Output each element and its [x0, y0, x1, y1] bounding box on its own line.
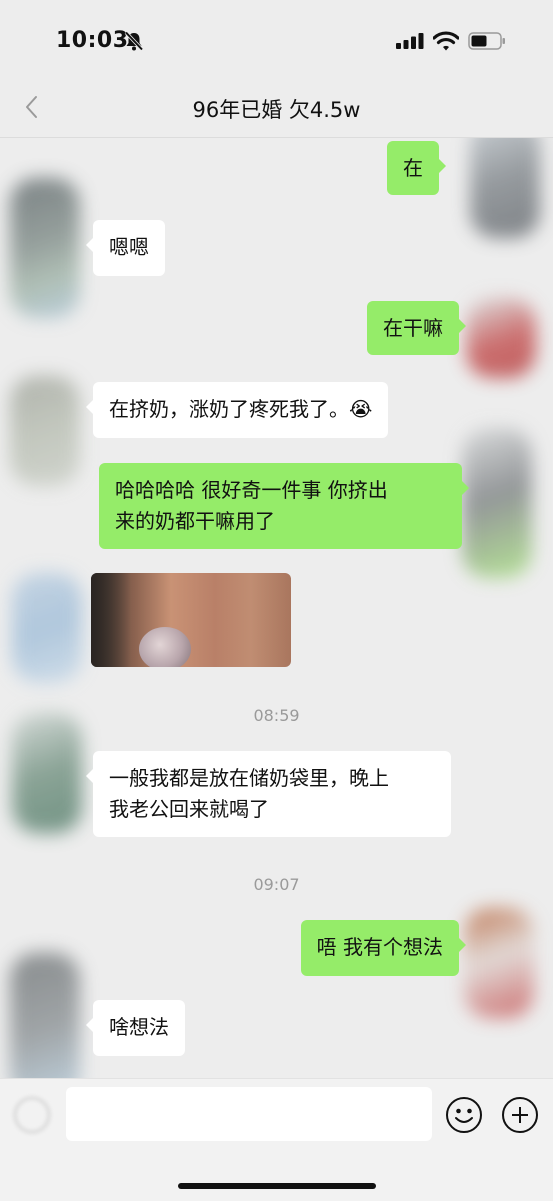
message-incoming[interactable]: 在挤奶，涨奶了疼死我了。😭 — [85, 382, 389, 438]
message-incoming[interactable]: 一般我都是放在储奶袋里，晚上 我老公回来就喝了 — [86, 751, 451, 837]
my-avatar[interactable] — [470, 138, 540, 238]
contact-avatar[interactable] — [10, 376, 80, 486]
message-incoming[interactable]: 啥想法 — [86, 1000, 185, 1056]
message-outgoing[interactable]: 在 — [387, 141, 446, 195]
chat-header: 96年已婚 欠4.5w — [0, 80, 553, 138]
bell-muted-icon — [124, 31, 144, 51]
image-shadow — [91, 573, 131, 667]
contact-avatar[interactable] — [10, 953, 80, 1078]
input-bar — [0, 1078, 553, 1201]
status-time: 10:03 — [56, 28, 129, 53]
chat-title: 96年已婚 欠4.5w — [192, 98, 361, 122]
my-avatar[interactable] — [462, 428, 532, 578]
message-image[interactable] — [91, 573, 291, 667]
message-timestamp: 09:07 — [253, 875, 300, 894]
emoji-icon[interactable] — [445, 1096, 483, 1134]
cellular-signal-icon — [396, 33, 424, 49]
my-avatar[interactable] — [464, 908, 534, 1018]
message-outgoing[interactable]: 在干嘛 — [367, 301, 466, 355]
contact-avatar[interactable] — [12, 573, 82, 683]
plus-icon[interactable] — [501, 1096, 539, 1134]
message-incoming[interactable]: 嗯嗯 — [86, 220, 165, 276]
message-timestamp: 08:59 — [253, 706, 300, 725]
message-input[interactable] — [66, 1087, 432, 1141]
wifi-icon — [433, 31, 459, 51]
my-avatar[interactable] — [466, 298, 536, 378]
contact-avatar[interactable] — [10, 178, 80, 318]
image-object — [139, 627, 191, 667]
status-bar: 10:03 — [0, 0, 553, 80]
message-outgoing[interactable]: 唔 我有个想法 — [300, 920, 467, 976]
battery-icon — [468, 32, 505, 50]
message-outgoing[interactable]: 哈哈哈哈 很好奇一件事 你挤出 来的奶都干嘛用了 — [99, 463, 469, 549]
home-indicator — [178, 1183, 376, 1189]
message-list[interactable]: 在 嗯嗯 在干嘛 在挤奶，涨奶了疼死我了。😭 哈哈哈哈 很好奇一件事 你挤出 来… — [0, 138, 553, 1078]
contact-avatar[interactable] — [12, 713, 82, 833]
voice-icon[interactable] — [14, 1097, 50, 1133]
